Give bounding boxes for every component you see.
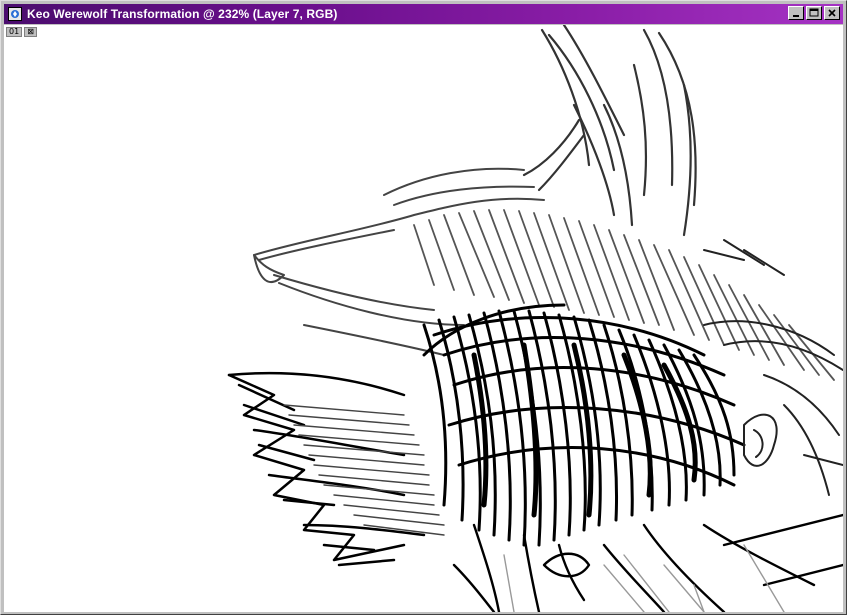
minimize-icon (793, 15, 799, 17)
close-icon (828, 9, 836, 17)
maximize-button[interactable] (806, 6, 822, 20)
image-canvas[interactable]: 01 ⊠ (4, 25, 843, 612)
window-title: Keo Werewolf Transformation @ 232% (Laye… (27, 7, 338, 21)
title-bar[interactable]: Keo Werewolf Transformation @ 232% (Laye… (4, 4, 843, 24)
minimize-button[interactable] (788, 6, 804, 20)
close-button[interactable] (824, 6, 840, 20)
layer-tabs: 01 ⊠ (6, 27, 37, 37)
app-icon[interactable] (7, 6, 23, 22)
window-controls (786, 6, 840, 20)
document-window: Keo Werewolf Transformation @ 232% (Laye… (0, 0, 847, 615)
werewolf-sketch-artwork (227, 25, 843, 612)
layer-tab-number[interactable]: 01 (6, 27, 23, 37)
maximize-icon (809, 8, 819, 17)
layer-tab-toggle[interactable]: ⊠ (24, 27, 37, 37)
